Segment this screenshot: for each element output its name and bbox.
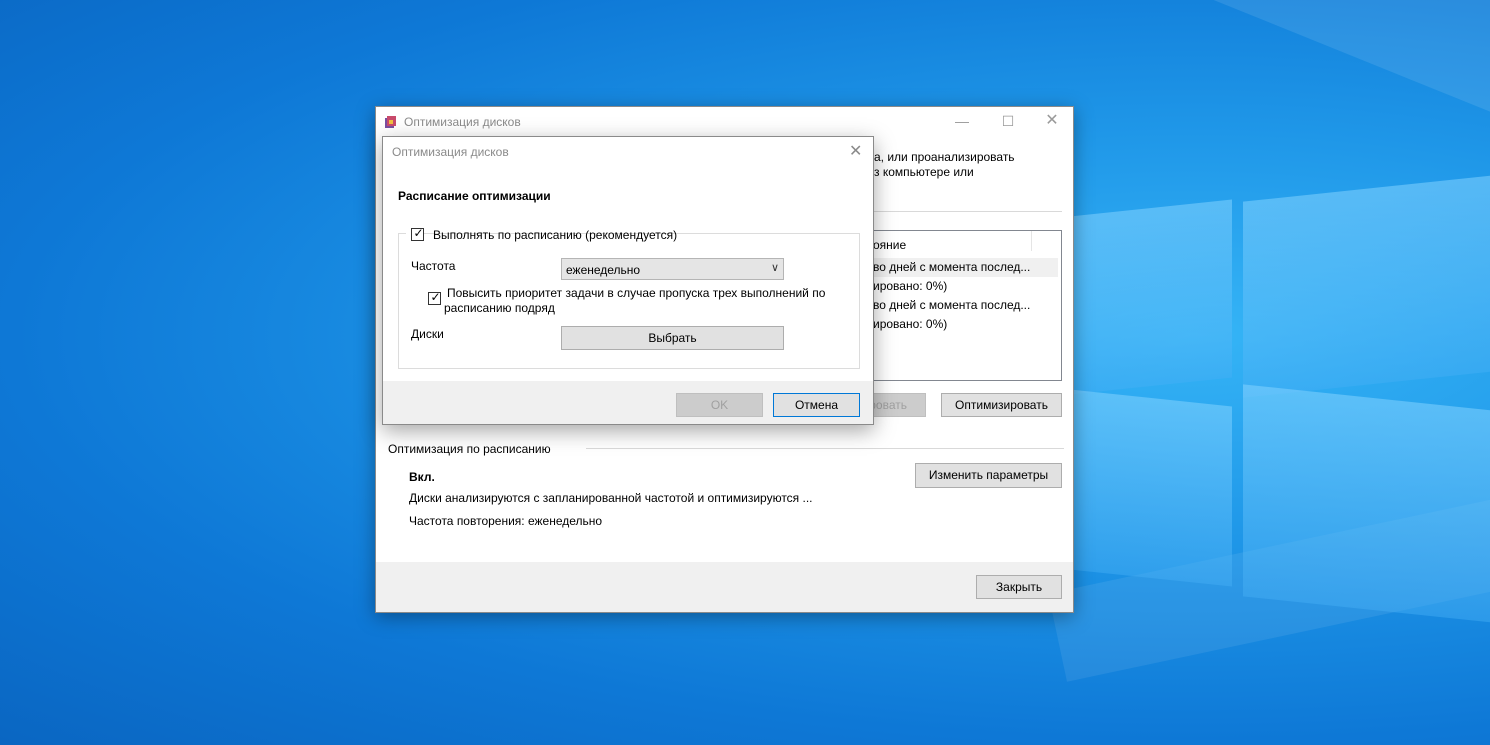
ok-button[interactable]: OK [676, 393, 763, 417]
minimize-button[interactable]: — [939, 107, 985, 137]
description-text: а, или проанализировать з компьютере или [874, 150, 1015, 180]
frequency-value: еженедельно [566, 263, 641, 277]
cancel-button[interactable]: Отмена [773, 393, 860, 417]
choose-disks-button[interactable]: Выбрать [561, 326, 784, 350]
dialog-footer: OK Отмена [383, 381, 873, 424]
list-item[interactable]: во дней с момента послед... [873, 260, 1030, 274]
description-line-1: а, или проанализировать [874, 150, 1015, 164]
list-item[interactable]: ировано: 0%) [873, 279, 947, 293]
priority-label-line2[interactable]: расписанию подряд [444, 301, 555, 315]
priority-checkbox[interactable]: ✓ [428, 290, 441, 305]
schedule-frequency: Частота повторения: еженедельно [409, 514, 603, 528]
priority-label-line1[interactable]: Повысить приоритет задачи в случае пропу… [447, 286, 825, 300]
column-header-status[interactable]: ояние [873, 238, 906, 252]
title-bar: Оптимизация дисков — ☐ ✕ [376, 107, 1073, 137]
schedule-section-title: Оптимизация по расписанию [388, 442, 551, 456]
run-on-schedule-label[interactable]: Выполнять по расписанию (рекомендуется) [433, 228, 677, 242]
list-item[interactable]: ировано: 0%) [873, 317, 947, 331]
windows-logo [1070, 174, 1490, 640]
defrag-app-icon [385, 116, 396, 128]
window-title: Оптимизация дисков [404, 115, 521, 129]
close-button[interactable]: Закрыть [976, 575, 1062, 599]
schedule-divider [586, 448, 1064, 449]
run-on-schedule-row: ✓ Выполнять по расписанию (рекомендуется… [406, 225, 677, 243]
frequency-label: Частота [411, 259, 456, 273]
schedule-description: Диски анализируются с запланированной ча… [409, 491, 813, 505]
optimize-button[interactable]: Оптимизировать [941, 393, 1062, 417]
schedule-dialog: Оптимизация дисков ✕ Расписание оптимиза… [382, 136, 874, 425]
column-separator [1031, 231, 1032, 251]
divider [874, 211, 1062, 212]
dialog-close-icon[interactable]: ✕ [849, 141, 862, 161]
disks-label: Диски [411, 327, 444, 341]
dialog-title: Оптимизация дисков [392, 145, 509, 159]
frequency-select[interactable]: еженедельно ∨ [561, 258, 784, 280]
close-window-button[interactable]: ✕ [1029, 107, 1075, 137]
maximize-button[interactable]: ☐ [985, 107, 1031, 137]
run-on-schedule-checkbox[interactable]: ✓ [411, 226, 424, 241]
dialog-heading: Расписание оптимизации [398, 189, 551, 203]
description-line-2: з компьютере или [874, 165, 974, 179]
chevron-down-icon: ∨ [770, 262, 779, 274]
window-footer: Закрыть [376, 562, 1073, 612]
list-item[interactable]: во дней с момента послед... [873, 298, 1030, 312]
change-settings-button[interactable]: Изменить параметры [915, 463, 1062, 488]
schedule-status: Вкл. [409, 470, 435, 484]
